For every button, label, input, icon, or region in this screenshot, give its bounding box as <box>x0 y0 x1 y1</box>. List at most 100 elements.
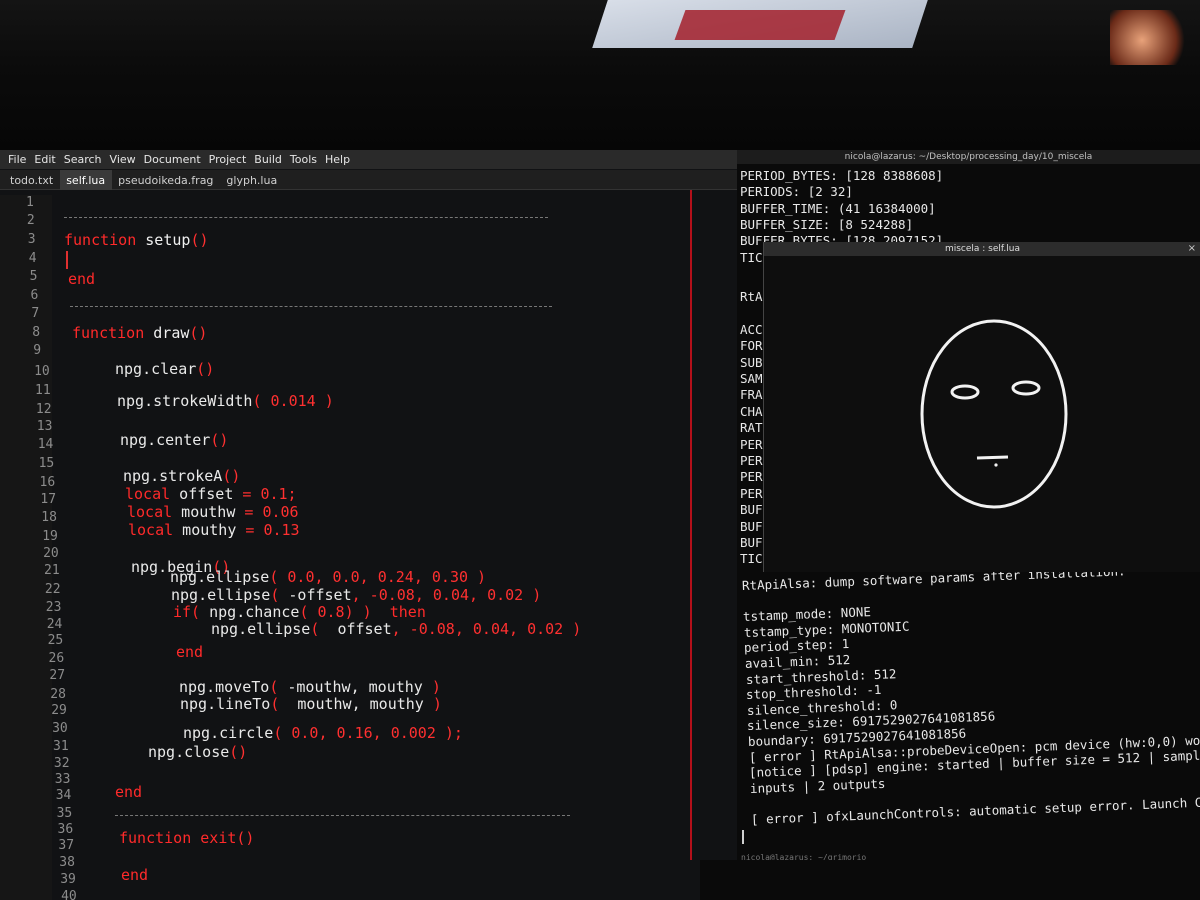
code-line-37[interactable]: function exit() <box>119 829 254 847</box>
variable: mouthy <box>173 521 246 539</box>
keyword: function <box>119 829 192 847</box>
document-tabs: todo.txt self.lua pseudoikeda.frag glyph… <box>0 170 737 190</box>
menu-file[interactable]: File <box>8 150 32 169</box>
parens: ( <box>270 586 289 604</box>
code-line-29[interactable]: npg.lineTo( mouthw, mouthy ) <box>180 695 442 713</box>
code-line-28[interactable]: npg.moveTo( -mouthw, mouthy ) <box>179 678 441 696</box>
call: npg.chance <box>200 603 300 621</box>
terminal-line: TIC <box>740 551 763 567</box>
line-number: 7 <box>31 306 40 321</box>
line-number: 21 <box>44 563 60 578</box>
arguments: ( 0.0, 0.0, 0.24, 0.30 ) <box>269 568 487 586</box>
line-number: 18 <box>41 510 57 525</box>
terminal-line: PERIOD_BYTES: [128 8388608] <box>740 168 944 183</box>
tab-todo-txt[interactable]: todo.txt <box>4 170 60 190</box>
code-line-14[interactable]: npg.center() <box>120 431 228 449</box>
parens: ( <box>310 620 338 638</box>
line-number: 14 <box>37 437 54 452</box>
menu-edit[interactable]: Edit <box>34 150 61 169</box>
arguments: ( 0.0, 0.16, 0.002 ); <box>273 724 463 742</box>
code-line-18[interactable]: local mouthw = 0.06 <box>127 503 299 521</box>
line-number: 32 <box>53 756 70 771</box>
parens: ( <box>270 695 298 713</box>
code-line-10[interactable]: npg.clear() <box>115 360 214 378</box>
terminal-line: PERIODS: [2 32] <box>740 184 853 200</box>
menu-project[interactable]: Project <box>209 150 253 169</box>
terminal-line: SUB <box>740 354 763 370</box>
terminal-line: BUF <box>740 502 763 518</box>
parens: () <box>222 467 241 485</box>
menu-build[interactable]: Build <box>254 150 288 169</box>
code-line-12[interactable]: npg.strokeWidth( 0.014 ) <box>117 392 334 410</box>
call: npg.ellipse <box>211 620 311 638</box>
line-number: 28 <box>50 687 66 702</box>
number: 0.06 <box>262 503 299 521</box>
call: npg.center <box>120 431 211 449</box>
number: 0.13 <box>263 521 300 539</box>
right-eye <box>1011 380 1041 396</box>
render-window[interactable]: miscela : self.lua × <box>763 242 1200 572</box>
arguments: , -0.08, 0.04, 0.02 ) <box>351 586 542 604</box>
call: npg.close <box>148 743 230 761</box>
line-number: 13 <box>36 419 53 434</box>
line-number: 39 <box>60 872 76 887</box>
code-line-3[interactable]: function setup() <box>64 231 209 249</box>
code-line-19[interactable]: local mouthy = 0.13 <box>128 521 300 539</box>
function-name: exit <box>191 829 237 847</box>
line-number: 23 <box>45 600 62 615</box>
line-number: 19 <box>42 529 58 544</box>
tab-self-lua[interactable]: self.lua <box>60 170 113 190</box>
line-number: 15 <box>38 456 55 471</box>
line-number: 40 <box>61 889 77 900</box>
code-line-31[interactable]: npg.circle( 0.0, 0.16, 0.002 ); <box>183 724 463 742</box>
operator: = <box>242 485 261 503</box>
call: npg.moveTo <box>179 678 270 696</box>
code-line-32[interactable]: npg.close() <box>148 743 247 761</box>
code-line-24[interactable]: if( npg.chance( 0.8) ) then <box>173 603 426 621</box>
code-line-17[interactable]: local offset = 0.1; <box>125 485 297 503</box>
variable: mouthw <box>172 503 245 521</box>
menu-help[interactable]: Help <box>325 150 356 169</box>
variable: offset <box>337 620 392 638</box>
close-icon[interactable]: × <box>1188 243 1196 254</box>
tab-glyph-lua[interactable]: glyph.lua <box>220 170 284 190</box>
line-number: 6 <box>30 288 39 303</box>
keyword-end: end <box>121 866 149 884</box>
terminal-line: PER <box>740 469 763 485</box>
code-line-22[interactable]: npg.ellipse( 0.0, 0.0, 0.24, 0.30 ) <box>170 568 486 586</box>
terminal-line: BUF <box>740 535 763 550</box>
render-window-title[interactable]: miscela : self.lua <box>764 242 1200 256</box>
screen-bottom-edge <box>700 860 1200 900</box>
menu-view[interactable]: View <box>110 150 142 169</box>
parens: ) <box>422 678 441 696</box>
keyword: local <box>128 521 174 539</box>
line-number: 35 <box>56 806 73 821</box>
terminal-line: RtA <box>740 289 763 304</box>
line-number: 5 <box>29 269 38 284</box>
code-line-8[interactable]: function draw() <box>72 324 207 342</box>
menu-document[interactable]: Document <box>144 150 207 169</box>
call: npg.ellipse <box>170 568 270 586</box>
code-line-23[interactable]: npg.ellipse( -offset, -0.08, 0.04, 0.02 … <box>171 586 541 604</box>
keyword: local <box>127 503 173 521</box>
terminal-line: CHA <box>740 403 763 419</box>
terminal-line: BUFFER_SIZE: [8 524288] <box>740 216 914 232</box>
code-line-39[interactable]: end <box>121 866 148 884</box>
parens: ( <box>252 392 271 410</box>
number: 0.1; <box>260 485 297 503</box>
terminal-line: BUFFER_TIME: (41 16384000] <box>740 200 936 216</box>
menu-search[interactable]: Search <box>64 150 108 169</box>
keyword-end: end <box>115 783 143 801</box>
line-number: 27 <box>49 668 66 683</box>
code-line-26[interactable]: end <box>176 643 203 661</box>
code-line-16[interactable]: npg.strokeA() <box>123 467 240 485</box>
code-line-25[interactable]: npg.ellipse( offset, -0.08, 0.04, 0.02 ) <box>211 620 581 638</box>
function-name: setup <box>145 231 191 249</box>
variable: offset <box>170 485 243 503</box>
code-line-5[interactable]: end <box>68 270 95 288</box>
menu-tools[interactable]: Tools <box>290 150 323 169</box>
tab-pseudoikeda-frag[interactable]: pseudoikeda.frag <box>112 170 220 190</box>
call: npg.clear <box>115 360 197 378</box>
code-line-34[interactable]: end <box>115 783 142 801</box>
terminal-line: ACC <box>740 321 763 337</box>
